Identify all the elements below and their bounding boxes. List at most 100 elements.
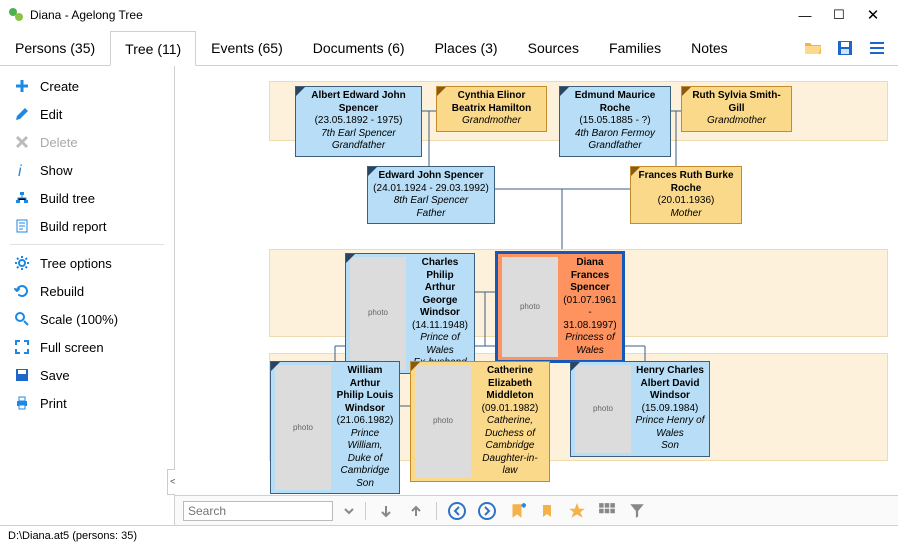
tree-icon <box>14 190 30 206</box>
sidebar-rebuild-label: Rebuild <box>40 284 84 299</box>
person-relation: Grandmother <box>441 115 542 128</box>
person-name: Charles Philip Arthur George Windsor <box>410 257 470 320</box>
person-role: 8th Earl Spencer <box>372 195 490 208</box>
magnifier-icon <box>14 311 30 327</box>
person-card-harry[interactable]: photo Henry Charles Albert David Windsor… <box>570 361 710 457</box>
tab-sources[interactable]: Sources <box>513 30 594 65</box>
sidebar-full-screen[interactable]: Full screen <box>0 333 174 361</box>
sidebar-scale-label: Scale (100%) <box>40 312 118 327</box>
star-icon[interactable] <box>567 501 587 521</box>
close-button[interactable]: ✕ <box>856 6 890 24</box>
person-relation: Father <box>372 208 490 221</box>
app-logo-icon <box>8 7 24 23</box>
sidebar-create[interactable]: Create <box>0 72 174 100</box>
person-dates: (21.06.1982) <box>335 415 395 428</box>
pencil-icon <box>14 106 30 122</box>
status-bar: D:\Diana.at5 (persons: 35) <box>0 525 898 545</box>
search-input[interactable] <box>183 501 333 521</box>
sidebar-build-report-label: Build report <box>40 219 106 234</box>
sidebar-build-tree[interactable]: Build tree <box>0 184 174 212</box>
card-corner-icon <box>560 87 569 96</box>
person-dates: (20.01.1936) <box>635 195 737 208</box>
person-card-ruth[interactable]: Ruth Sylvia Smith-Gill Grandmother <box>681 86 792 132</box>
printer-icon <box>14 395 30 411</box>
minimize-button[interactable]: — <box>788 8 822 23</box>
info-icon: i <box>14 162 30 178</box>
tab-documents[interactable]: Documents (6) <box>298 30 420 65</box>
filter-icon[interactable] <box>627 501 647 521</box>
person-card-edward[interactable]: Edward John Spencer (24.01.1924 - 29.03.… <box>367 166 495 224</box>
person-card-frances[interactable]: Frances Ruth Burke Roche (20.01.1936) Mo… <box>630 166 742 224</box>
open-folder-icon[interactable] <box>804 39 822 57</box>
sidebar-save[interactable]: Save <box>0 361 174 389</box>
add-bookmark-icon[interactable] <box>507 501 527 521</box>
person-photo: photo <box>415 365 471 478</box>
toolbar-separator <box>436 502 437 520</box>
tab-families[interactable]: Families <box>594 30 676 65</box>
nav-forward-icon[interactable] <box>477 501 497 521</box>
person-role: Prince William, Duke of Cambridge <box>335 428 395 478</box>
sidebar-edit-label: Edit <box>40 107 62 122</box>
sidebar-tree-options[interactable]: Tree options <box>0 249 174 277</box>
sidebar-build-tree-label: Build tree <box>40 191 95 206</box>
tab-places[interactable]: Places (3) <box>420 30 513 65</box>
grid-icon[interactable] <box>597 501 617 521</box>
sidebar-show[interactable]: i Show <box>0 156 174 184</box>
tree-canvas[interactable]: Albert Edward John Spencer (23.05.1892 -… <box>175 66 898 525</box>
person-dates: (23.05.1892 - 1975) <box>300 115 417 128</box>
person-dates: (15.05.1885 - ?) <box>564 115 666 128</box>
report-icon <box>14 218 30 234</box>
card-corner-icon <box>271 362 280 371</box>
titlebar: Diana - Agelong Tree — ☐ ✕ <box>0 0 898 30</box>
person-role: Prince of Wales <box>410 332 470 357</box>
person-card-william[interactable]: photo William Arthur Philip Louis Windso… <box>270 361 400 494</box>
card-corner-icon <box>296 87 305 96</box>
save-icon[interactable] <box>836 39 854 57</box>
menu-icon[interactable] <box>868 39 886 57</box>
person-name: Ruth Sylvia Smith-Gill <box>686 90 787 115</box>
save-disk-icon <box>14 367 30 383</box>
person-card-edmund[interactable]: Edmund Maurice Roche (15.05.1885 - ?) 4t… <box>559 86 671 157</box>
arrow-down-icon[interactable] <box>376 501 396 521</box>
sidebar-edit[interactable]: Edit <box>0 100 174 128</box>
person-role: Prince Henry of Wales <box>635 415 705 440</box>
svg-text:i: i <box>18 163 22 178</box>
sidebar-build-report[interactable]: Build report <box>0 212 174 240</box>
nav-back-icon[interactable] <box>447 501 467 521</box>
bookmark-icon[interactable] <box>537 501 557 521</box>
tab-persons[interactable]: Persons (35) <box>0 30 110 65</box>
maximize-button[interactable]: ☐ <box>822 7 856 23</box>
person-role: 4th Baron Fermoy <box>564 128 666 141</box>
tab-tree[interactable]: Tree (11) <box>110 31 196 66</box>
search-dropdown-icon[interactable] <box>343 501 355 521</box>
person-photo: photo <box>575 365 631 453</box>
tab-events[interactable]: Events (65) <box>196 30 298 65</box>
sidebar-full-screen-label: Full screen <box>40 340 104 355</box>
sidebar-print[interactable]: Print <box>0 389 174 417</box>
expand-icon <box>14 339 30 355</box>
sidebar-print-label: Print <box>40 396 67 411</box>
person-name: Edmund Maurice Roche <box>564 90 666 115</box>
sidebar-scale[interactable]: Scale (100%) <box>0 305 174 333</box>
sidebar-create-label: Create <box>40 79 79 94</box>
tab-notes[interactable]: Notes <box>676 30 743 65</box>
status-text: D:\Diana.at5 (persons: 35) <box>8 530 137 542</box>
refresh-icon <box>14 283 30 299</box>
x-icon <box>14 134 30 150</box>
person-name: Henry Charles Albert David Windsor <box>635 365 705 403</box>
sidebar-separator <box>10 244 164 245</box>
person-card-albert[interactable]: Albert Edward John Spencer (23.05.1892 -… <box>295 86 422 157</box>
card-corner-icon <box>411 362 420 371</box>
person-card-catherine[interactable]: photo Catherine Elizabeth Middleton (09.… <box>410 361 550 482</box>
card-corner-icon <box>346 254 355 263</box>
person-relation: Son <box>635 440 705 453</box>
arrow-up-icon[interactable] <box>406 501 426 521</box>
person-name: Frances Ruth Burke Roche <box>635 170 737 195</box>
gear-icon <box>14 255 30 271</box>
sidebar-rebuild[interactable]: Rebuild <box>0 277 174 305</box>
person-card-cynthia[interactable]: Cynthia Elinor Beatrix Hamilton Grandmot… <box>436 86 547 132</box>
person-card-charles[interactable]: photo Charles Philip Arthur George Winds… <box>345 253 475 374</box>
person-name: Catherine Elizabeth Middleton <box>475 365 545 403</box>
person-card-diana[interactable]: photo Diana Frances Spencer (01.07.1961 … <box>495 251 625 363</box>
person-dates: (01.07.1961 - 31.08.1997) <box>562 295 618 333</box>
